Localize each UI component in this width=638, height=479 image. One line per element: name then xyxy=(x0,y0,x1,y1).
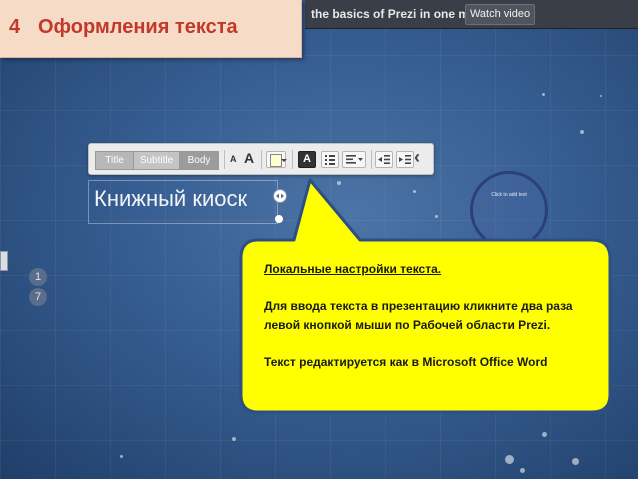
callout-text: Локальные настройки текста. Для ввода те… xyxy=(264,260,604,372)
callout-spacer xyxy=(264,334,604,353)
callout-heading: Локальные настройки текста. xyxy=(264,262,442,276)
callout-bubble xyxy=(239,178,612,414)
callout-paragraph-1: Для ввода текста в презентацию кликните … xyxy=(264,299,573,332)
callout-paragraph-2: Текст редактируется как в Microsoft Offi… xyxy=(264,354,548,369)
callout-spacer xyxy=(264,279,604,298)
